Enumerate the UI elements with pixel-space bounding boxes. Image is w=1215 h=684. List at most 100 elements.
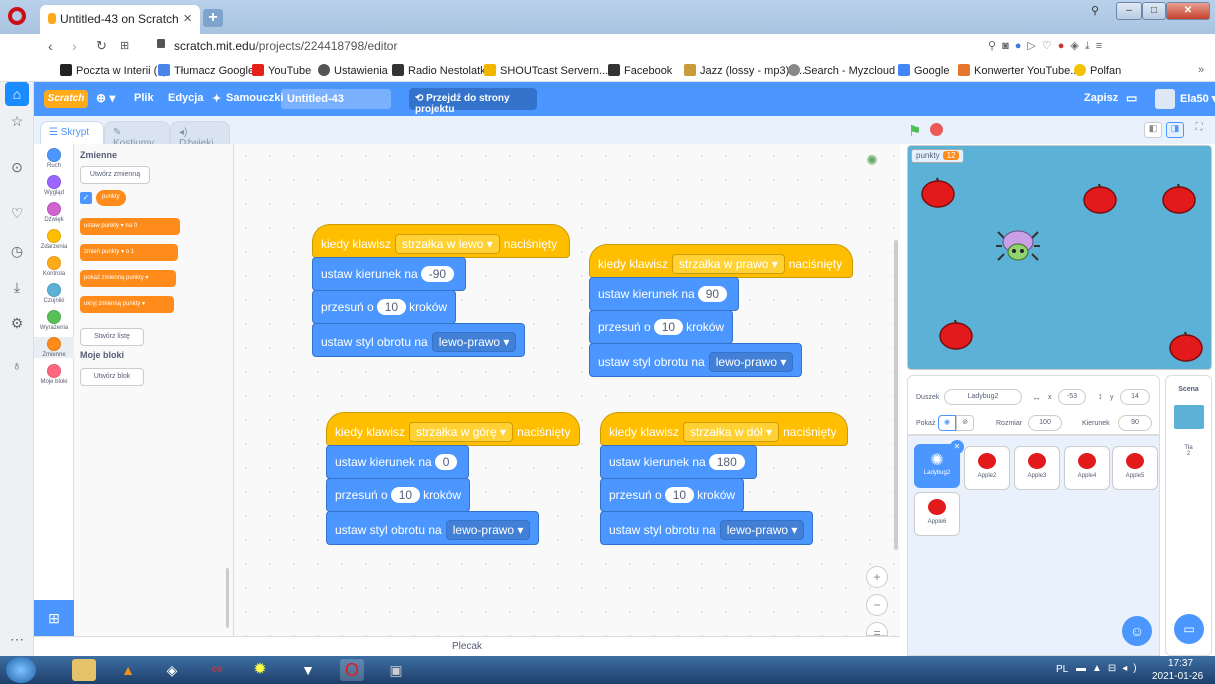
stage-thumbnail[interactable] [1173,405,1204,429]
zoom-out-button[interactable]: − [866,594,888,616]
when-key-pressed-block[interactable]: kiedy klawisz strzałka w lewo ▾ naciśnięty [312,224,570,258]
show-visible-button[interactable]: ◉ [938,415,956,431]
script-up[interactable]: kiedy klawisz strzałka w górę ▾ naciśnięty… [326,412,586,545]
category-looks[interactable]: Wygląd [34,175,74,196]
steps-input[interactable]: 10 [664,487,695,503]
ladybug-sprite[interactable] [996,228,1040,264]
url-field[interactable]: scratch.mit.edu/projects/224418798/edito… [174,39,397,53]
bookmark-item[interactable]: SHOUTcast Servern... [484,64,608,77]
bookmark-item[interactable]: Radio Nestolatki [392,64,488,77]
rotation-style-dropdown[interactable]: lewo-prawo ▾ [708,352,794,372]
speed-dial-icon[interactable]: ⊞ [120,39,129,52]
point-direction-block[interactable]: ustaw kierunek na 0 [326,445,470,479]
menu-tutorials[interactable]: Samouczki [226,92,283,104]
rotation-style-dropdown[interactable]: lewo-prawo ▾ [431,332,517,352]
delete-sprite-icon[interactable]: ✕ [950,440,964,454]
rotation-style-block[interactable]: ustaw styl obrotu na lewo-prawo ▾ [589,343,803,377]
category-operators[interactable]: Wyrażenia [34,310,74,331]
clock-time[interactable]: 17:37 [1168,658,1193,669]
bulb-icon[interactable]: ♁ [8,356,26,374]
bookmark-item[interactable]: Poczta w Interii (1) [60,64,167,77]
direction-input[interactable]: 90 [1118,415,1152,431]
camera-icon[interactable]: ◙ [1002,40,1015,52]
tab-code[interactable]: ☰ Skrypt [40,121,104,144]
tab-costumes[interactable]: ✎ Kostiumy [104,121,170,149]
add-backdrop-button[interactable]: ▭ [1174,614,1204,644]
history-icon[interactable]: ◷ [8,242,26,260]
download-icon[interactable]: ⤓ [1085,40,1096,52]
bookmark-item[interactable]: Konwerter YouTube... [958,64,1079,77]
play-icon[interactable]: ▷ [1027,40,1041,52]
category-motion[interactable]: Ruch [34,148,74,169]
bookmark-item[interactable]: Search - Myzcloud [788,64,895,77]
size-input[interactable]: 100 [1028,415,1062,431]
y-input[interactable]: 14 [1120,389,1150,405]
when-key-pressed-block[interactable]: kiedy klawisz strzałka w prawo ▾ naciśnięt… [589,244,853,278]
close-window-button[interactable]: ✕ [1166,2,1210,20]
script-workspace[interactable]: ✺ kiedy klawisz strzałka w lewo ▾ naciśnię… [234,144,900,640]
point-direction-block[interactable]: ustaw kierunek na -90 [312,257,467,291]
back-icon[interactable]: ‹ [48,38,53,54]
fox-icon[interactable]: ◈ [160,659,184,681]
zoom-in-button[interactable]: + [866,566,888,588]
language-indicator[interactable]: PL [1056,664,1068,675]
more-icon[interactable]: ⋯ [8,630,26,648]
point-direction-block[interactable]: ustaw kierunek na 180 [600,445,757,479]
move-steps-block[interactable]: przesuń o 10 kroków [312,290,457,324]
category-sensing[interactable]: Czujniki [34,283,74,304]
show-hidden-button[interactable]: ⊘ [956,415,974,431]
category-variables[interactable]: Zmienne [34,337,74,358]
show-variable-block[interactable]: pokaż zmienną punkty ▾ [80,270,176,287]
tray-icons[interactable]: ▬▲⊟◂) [1076,663,1143,674]
shield-app-icon[interactable]: ▼ [296,659,320,681]
heart-icon[interactable]: ♡ [1042,40,1058,52]
gear-icon[interactable]: ⚙ [8,314,26,332]
vlc-icon[interactable]: ▲ [116,659,140,681]
clock-date[interactable]: 2021-01-26 [1152,671,1203,682]
category-sound[interactable]: Dźwięk [34,202,74,223]
rotation-style-dropdown[interactable]: lewo-prawo ▾ [445,520,531,540]
stage-canvas[interactable]: punkty 12 [907,145,1212,370]
apple-sprite[interactable] [920,172,956,208]
key-dropdown[interactable]: strzałka w dół ▾ [683,422,780,442]
direction-input[interactable]: 180 [708,454,745,470]
apple-sprite[interactable] [1168,326,1204,362]
variable-monitor[interactable]: punkty 12 [911,149,965,163]
bookmark-item[interactable]: Facebook [608,64,672,77]
project-page-button[interactable]: ⟲ Przejdź do strony projektu [409,88,537,115]
bookmark-item[interactable]: Ustawienia [318,64,388,77]
app-taskbar-icon[interactable]: ▣ [384,659,408,681]
rotation-style-block[interactable]: ustaw styl obrotu na lewo-prawo ▾ [312,323,526,357]
opera-taskbar-icon[interactable]: O [340,659,364,681]
category-events[interactable]: Zdarzenia [34,229,74,250]
set-variable-block[interactable]: ustaw punkty ▾ na 0 [80,218,180,235]
add-sprite-button[interactable]: ☺ [1122,616,1152,646]
sprite-name-input[interactable]: Ladybug2 [944,389,1022,405]
sprite-tile-apple4[interactable]: Apple4 [1064,446,1110,490]
when-key-pressed-block[interactable]: kiedy klawisz strzałka w dół ▾ naciśnięty [600,412,848,446]
direction-input[interactable]: -90 [420,266,455,282]
minimize-button[interactable]: – [1116,2,1142,20]
folder-icon[interactable]: ▭ [1126,91,1137,105]
script-right[interactable]: kiedy klawisz strzałka w prawo ▾ naciśnięt… [589,244,854,377]
apple-sprite[interactable] [1161,178,1197,214]
cube-icon[interactable]: ◈ [1070,40,1084,52]
green-flag-icon[interactable]: ⚑ [908,122,921,140]
rotation-style-block[interactable]: ustaw styl obrotu na lewo-prawo ▾ [600,511,814,545]
start-button[interactable] [6,657,36,683]
bookmark-item[interactable]: Google [898,64,949,77]
make-block-button[interactable]: Utwórz blok [80,368,144,386]
variable-reporter[interactable]: punkty [96,190,126,206]
key-dropdown[interactable]: strzałka w lewo ▾ [395,234,500,254]
forward-icon[interactable]: › [72,38,77,54]
hide-variable-block[interactable]: ukryj zmienną punkty ▾ [80,296,174,313]
apple-sprite[interactable] [938,314,974,350]
home-icon[interactable]: ⌂ [5,82,29,106]
project-title-input[interactable]: Untitled-43 [281,89,391,109]
large-stage-icon[interactable]: ◨ [1166,122,1184,138]
make-variable-button[interactable]: Utwórz zmienną [80,166,150,184]
opera-logo-icon[interactable] [8,7,26,25]
avatar[interactable] [1155,89,1175,109]
globe-icon[interactable]: ⊕ ▾ [96,91,115,105]
save-button[interactable]: Zapisz [1084,92,1118,104]
